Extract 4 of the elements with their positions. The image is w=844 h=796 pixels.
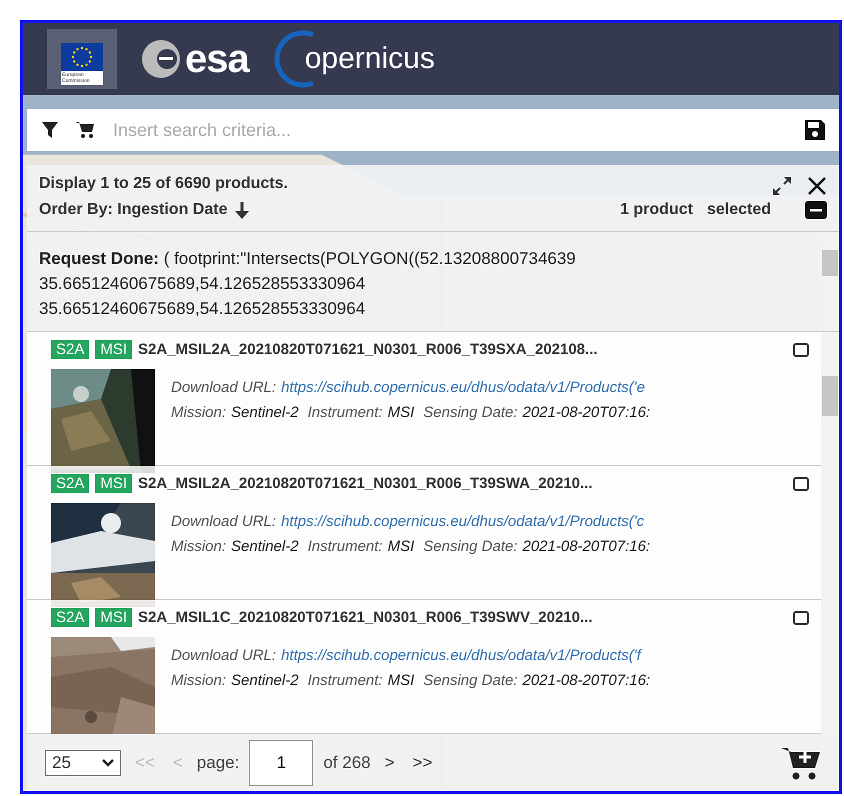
copernicus-logo: opernicus — [304, 42, 435, 76]
esa-emblem-icon — [141, 39, 181, 79]
eu-flag-icon — [61, 43, 103, 71]
esa-logo: esa — [185, 36, 249, 82]
